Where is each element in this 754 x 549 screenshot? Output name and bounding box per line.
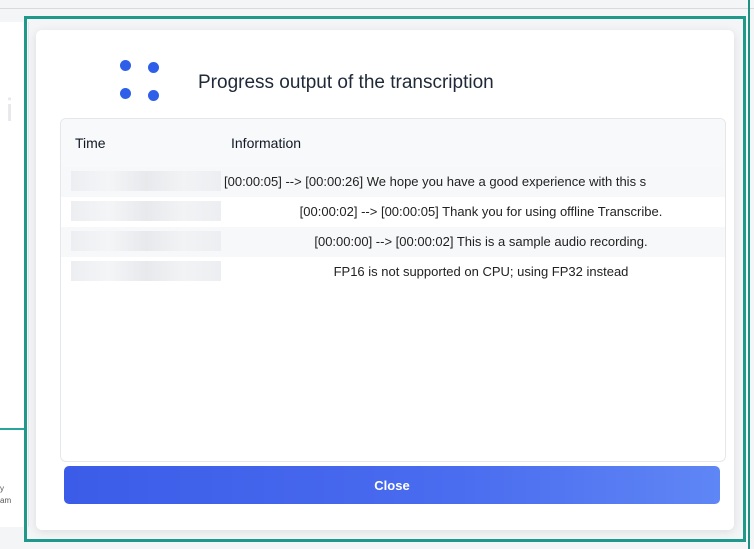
background-right-border	[748, 0, 750, 549]
progress-dialog: Progress output of the transcription Tim…	[36, 30, 734, 530]
background-side-text: am	[0, 496, 12, 505]
table-row: FP16 is not supported on CPU; using FP32…	[61, 257, 725, 287]
background-ghost-text: i	[6, 92, 14, 128]
background-accent-line	[0, 428, 26, 430]
information-cell: [00:00:05] --> [00:00:26] We hope you ha…	[224, 174, 647, 189]
progress-table[interactable]: Time Information [00:00:05] --> [00:00:2…	[60, 118, 726, 462]
information-cell: [00:00:00] --> [00:00:02] This is a samp…	[314, 234, 648, 249]
table-row: [00:00:02] --> [00:00:05] Thank you for …	[61, 197, 725, 227]
time-cell-redacted	[71, 261, 221, 281]
time-cell-redacted	[71, 201, 221, 221]
table-row: [00:00:05] --> [00:00:26] We hope you ha…	[61, 167, 725, 197]
column-header-information: Information	[231, 135, 302, 151]
background-divider	[0, 8, 754, 9]
time-cell-redacted	[71, 171, 221, 191]
four-dots-icon	[120, 58, 160, 102]
background-side-text: y	[0, 484, 4, 493]
time-cell-redacted	[71, 231, 221, 251]
information-cell: [00:00:02] --> [00:00:05] Thank you for …	[299, 204, 663, 219]
close-button[interactable]: Close	[64, 466, 720, 504]
table-row: [00:00:00] --> [00:00:02] This is a samp…	[61, 227, 725, 257]
dialog-title: Progress output of the transcription	[198, 72, 494, 93]
table-header: Time Information	[61, 119, 725, 168]
information-cell: FP16 is not supported on CPU; using FP32…	[333, 264, 629, 279]
column-header-time: Time	[75, 135, 106, 151]
